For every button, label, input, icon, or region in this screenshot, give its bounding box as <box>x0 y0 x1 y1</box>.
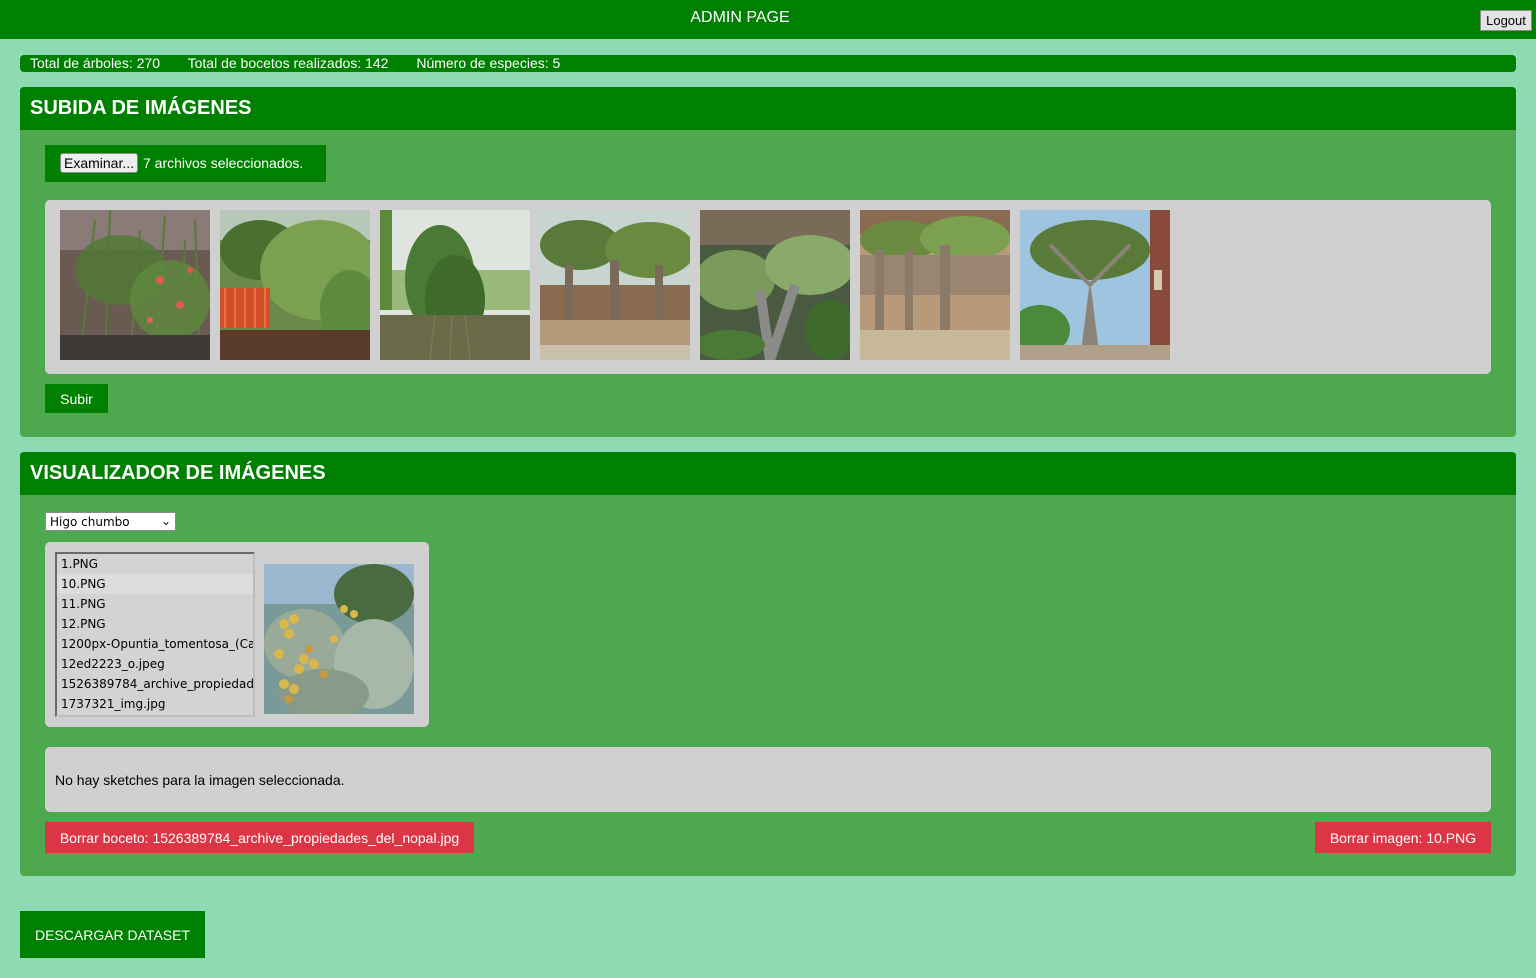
file-list-item[interactable]: 1737321_img.jpg <box>57 694 253 714</box>
thumbnail-gallery <box>45 200 1491 374</box>
top-bar: ADMIN PAGE Logout <box>0 0 1536 39</box>
stat-total-sketches: Total de bocetos realizados: 142 <box>187 55 389 71</box>
viewer-panel-title: VISUALIZADOR DE IMÁGENES <box>20 452 1516 495</box>
image-file-list[interactable]: 1.PNG 10.PNG 11.PNG 12.PNG 1200px-Opunti… <box>55 552 255 717</box>
file-list-item-selected[interactable]: 10.PNG <box>57 574 253 594</box>
stat-total-species: Número de especies: 5 <box>416 55 561 71</box>
upload-button[interactable]: Subir <box>45 384 108 413</box>
sketch-area: No hay sketches para la imagen seleccion… <box>45 747 1491 812</box>
no-sketches-message: No hay sketches para la imagen seleccion… <box>55 772 345 788</box>
file-list-item[interactable]: 1.PNG <box>57 554 253 574</box>
file-list-item[interactable]: 1526389784_archive_propiedade <box>57 674 253 694</box>
file-list-item[interactable]: 12.PNG <box>57 614 253 634</box>
thumbnail-image <box>220 210 370 360</box>
species-select[interactable]: Higo chumbo ⌄ <box>45 512 176 531</box>
download-dataset-button[interactable]: DESCARGAR DATASET <box>20 911 205 958</box>
delete-image-button[interactable]: Borrar imagen: 10.PNG <box>1315 822 1491 853</box>
thumbnail-image <box>540 210 690 360</box>
file-list-item[interactable]: 1200px-Opuntia_tomentosa_(Ca <box>57 634 253 654</box>
thumbnail-image <box>860 210 1010 360</box>
viewer-panel: VISUALIZADOR DE IMÁGENES Higo chumbo ⌄ 1… <box>20 452 1516 876</box>
stats-bar: Total de árboles: 270 Total de bocetos r… <box>20 55 1516 72</box>
logout-button[interactable]: Logout <box>1480 10 1532 31</box>
file-list-item[interactable]: 12ed2223_o.jpeg <box>57 654 253 674</box>
thumbnail-image <box>380 210 530 360</box>
upload-panel: SUBIDA DE IMÁGENES Examinar... 7 archivo… <box>20 87 1516 437</box>
file-status: 7 archivos seleccionados. <box>143 155 304 171</box>
thumbnail-image <box>60 210 210 360</box>
upload-panel-title: SUBIDA DE IMÁGENES <box>20 87 1516 130</box>
thumbnail-image <box>1020 210 1170 360</box>
image-preview <box>264 564 414 714</box>
browse-button[interactable]: Examinar... <box>60 153 138 173</box>
file-list-item[interactable]: 11.PNG <box>57 594 253 614</box>
file-picker: Examinar... 7 archivos seleccionados. <box>45 145 326 182</box>
chevron-down-icon: ⌄ <box>160 514 171 528</box>
image-files-box: 1.PNG 10.PNG 11.PNG 12.PNG 1200px-Opunti… <box>45 542 429 727</box>
stat-total-trees: Total de árboles: 270 <box>30 55 160 71</box>
page-title: ADMIN PAGE <box>690 9 790 26</box>
thumbnail-image <box>700 210 850 360</box>
delete-sketch-button[interactable]: Borrar boceto: 1526389784_archive_propie… <box>45 822 474 853</box>
species-select-value: Higo chumbo <box>50 515 130 529</box>
